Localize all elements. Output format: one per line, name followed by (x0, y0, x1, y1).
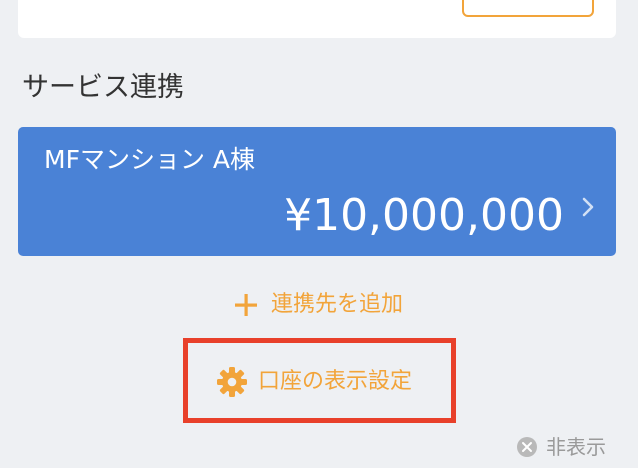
chevron-right-icon (582, 197, 594, 217)
service-card[interactable]: MFマンション A棟 ¥10,000,000 (18, 127, 616, 256)
section-title: サービス連携 (22, 72, 184, 103)
account-display-settings-label: 口座の表示設定 (257, 369, 412, 394)
top-card-button[interactable] (462, 0, 594, 17)
gear-icon (216, 367, 247, 397)
add-connection-label: 連携先を追加 (270, 292, 403, 317)
add-connection-button[interactable]: 連携先を追加 (0, 290, 638, 320)
service-link-screen: サービス連携 MFマンション A棟 ¥10,000,000 連携先を追加 口座の… (0, 0, 638, 468)
service-amount: ¥10,000,000 (284, 190, 564, 241)
service-name: MFマンション A棟 (44, 145, 255, 174)
top-card (18, 0, 616, 38)
hide-label: 非表示 (546, 435, 606, 459)
plus-icon (234, 294, 257, 316)
hide-button[interactable]: 非表示 (516, 433, 606, 461)
account-display-settings-button[interactable]: 口座の表示設定 (0, 366, 633, 398)
close-circle-icon (517, 437, 537, 457)
